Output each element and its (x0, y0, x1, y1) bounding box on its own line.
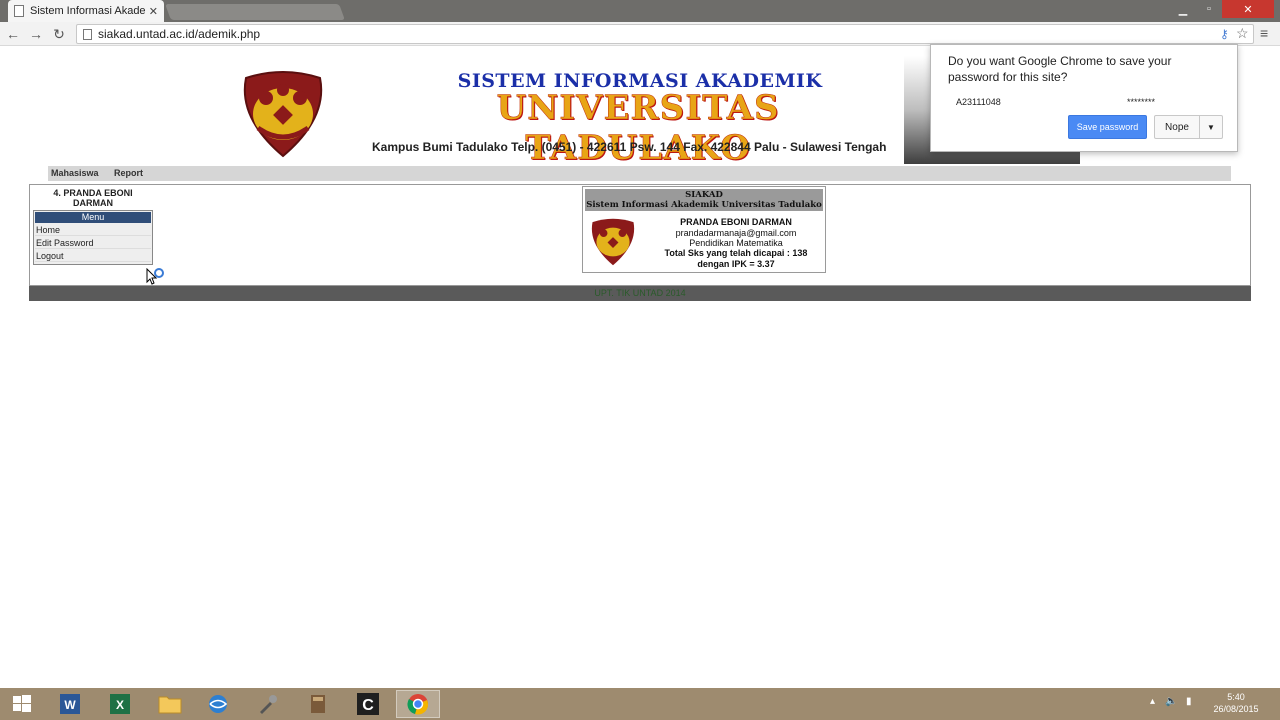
page-icon (83, 28, 92, 40)
university-logo (243, 71, 323, 158)
browser-toolbar: ← → ↻ siakad.untad.ac.id/ademik.php ⚷ ☆ … (0, 22, 1280, 46)
top-nav: Mahasiswa Report (48, 166, 1231, 181)
student-credits: Total Sks yang telah dicapai : 138 denga… (643, 248, 829, 270)
university-logo (591, 218, 635, 266)
credits-line1: Total Sks yang telah dicapai : 138 (664, 248, 808, 258)
address-bar[interactable]: siakad.untad.ac.id/ademik.php (76, 24, 1254, 44)
taskbar-clock[interactable]: 5:40 26/08/2015 (1206, 691, 1266, 715)
saved-password: ******** (1127, 97, 1156, 107)
app-globe-icon[interactable] (196, 690, 240, 718)
user-name-line2: DARMAN (73, 198, 113, 208)
chevron-down-icon[interactable]: ▼ (1199, 115, 1223, 139)
window-close-button[interactable]: ✕ (1222, 0, 1274, 18)
user-name: 4. PRANDA EBONI DARMAN (38, 188, 148, 208)
saved-username: A23111048 (956, 97, 1001, 107)
student-name: PRANDA EBONI DARMAN (680, 217, 792, 227)
url-text: siakad.untad.ac.id/ademik.php (98, 27, 261, 41)
banner-title: UNIVERSITAS TADULAKO (496, 88, 780, 169)
windows-start-icon[interactable] (0, 690, 44, 718)
menu-link-logout[interactable]: Logout (35, 250, 151, 262)
sidebar-menu: Menu Home Edit Password Logout (33, 210, 153, 265)
svg-text:W: W (64, 698, 76, 712)
minimize-icon[interactable]: ▁ (1170, 0, 1196, 18)
menu-title: Menu (35, 212, 151, 223)
volume-icon[interactable]: 🔈 (1165, 696, 1177, 707)
nav-item-report[interactable]: Report (114, 168, 143, 178)
student-card: SIAKAD Sistem Informasi Akademik Univers… (582, 186, 826, 273)
browser-titlebar: Sistem Informasi Akadem ✕ ▁ ▫ ✕ (0, 0, 1280, 22)
chrome-icon[interactable] (396, 690, 440, 718)
student-program: Pendidikan Matematika (689, 238, 783, 248)
page-icon (14, 5, 24, 17)
menu-link-home[interactable]: Home (35, 224, 151, 236)
signal-icon[interactable]: ▮ (1186, 696, 1192, 707)
word-icon[interactable]: W (48, 690, 92, 718)
forward-arrow-icon[interactable]: → (27, 25, 45, 43)
menu-link-edit-password[interactable]: Edit Password (35, 237, 151, 249)
maximize-icon[interactable]: ▫ (1196, 0, 1222, 18)
close-icon[interactable]: ✕ (149, 5, 158, 18)
save-password-question: Do you want Google Chrome to save your p… (948, 54, 1172, 84)
student-email: prandadarmanaja@gmail.com (675, 228, 797, 238)
credits-line2: dengan IPK = 3.37 (697, 259, 775, 269)
nav-item-mahasiswa[interactable]: Mahasiswa (51, 168, 99, 178)
excel-icon[interactable]: X (98, 690, 142, 718)
new-tab-button[interactable] (165, 4, 345, 20)
browser-tab[interactable]: Sistem Informasi Akadem ✕ (8, 0, 164, 22)
page-footer: UPT. TIK UNTAD 2014 (29, 286, 1251, 301)
back-arrow-icon[interactable]: ← (4, 25, 22, 43)
user-name-line1: 4. PRANDA EBONI (53, 188, 133, 198)
app-tool-icon[interactable] (246, 690, 290, 718)
tab-title: Sistem Informasi Akadem (30, 5, 145, 17)
clock-date: 26/08/2015 (1213, 704, 1259, 714)
svg-text:X: X (116, 698, 124, 712)
reload-icon[interactable]: ↻ (50, 25, 68, 43)
camtasia-icon[interactable]: C (346, 690, 390, 718)
save-password-button[interactable]: Save password (1068, 115, 1147, 139)
card-header-line2: Sistem Informasi Akademik Universitas Ta… (586, 200, 822, 210)
app-box-icon[interactable] (296, 690, 340, 718)
tray-up-arrow-icon[interactable]: ▴ (1150, 696, 1155, 707)
nope-button[interactable]: Nope (1154, 115, 1200, 139)
clock-time: 5:40 (1227, 692, 1245, 702)
taskbar: W X C ▴ 🔈 ▮ (0, 688, 1280, 720)
svg-text:C: C (362, 697, 374, 714)
star-icon[interactable]: ☆ (1236, 25, 1249, 42)
save-password-bubble: Do you want Google Chrome to save your p… (930, 44, 1238, 152)
menu-icon[interactable]: ≡ (1260, 25, 1268, 41)
busy-cursor-icon (146, 268, 164, 285)
banner-address: Kampus Bumi Tadulako Telp. (0451) - 4226… (372, 140, 887, 154)
card-header: SIAKAD Sistem Informasi Akademik Univers… (585, 189, 823, 211)
card-header-line1: SIAKAD (685, 190, 723, 200)
key-icon[interactable]: ⚷ (1220, 27, 1230, 41)
folder-icon[interactable] (148, 690, 192, 718)
